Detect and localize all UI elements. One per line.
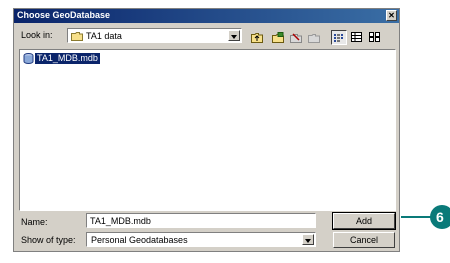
name-input-value: TA1_MDB.mdb xyxy=(90,216,151,226)
personal-geodatabase-icon xyxy=(23,53,34,64)
look-in-dropdown-button[interactable] xyxy=(228,30,240,41)
details-view-icon xyxy=(351,32,362,42)
look-in-select[interactable]: TA1 data xyxy=(67,28,242,43)
thumbnails-view-button[interactable] xyxy=(367,30,383,45)
up-one-level-icon xyxy=(251,33,263,43)
cancel-button[interactable]: Cancel xyxy=(333,232,395,248)
thumbnails-view-icon xyxy=(369,32,380,42)
add-button[interactable]: Add xyxy=(332,212,396,230)
look-in-label: Look in: xyxy=(21,30,53,40)
show-of-type-dropdown-button[interactable] xyxy=(302,234,314,245)
new-folder-icon xyxy=(308,34,320,43)
name-input[interactable]: TA1_MDB.mdb xyxy=(86,213,316,228)
choose-geodatabase-dialog: Choose GeoDatabase ✕ Look in: TA1 data T… xyxy=(13,8,400,252)
list-view-icon xyxy=(334,34,343,42)
step-callout-badge: 6 xyxy=(430,205,450,229)
connect-folder-button[interactable] xyxy=(270,30,286,45)
title-bar: Choose GeoDatabase ✕ xyxy=(14,9,399,23)
list-view-button[interactable] xyxy=(331,30,347,45)
show-of-type-label: Show of type: xyxy=(21,235,76,245)
list-item-label: TA1_MDB.mdb xyxy=(35,53,100,64)
dialog-title: Choose GeoDatabase xyxy=(17,10,111,20)
file-list[interactable]: TA1_MDB.mdb xyxy=(19,49,396,211)
close-button[interactable]: ✕ xyxy=(386,10,397,21)
look-in-value: TA1 data xyxy=(86,31,122,41)
disconnect-folder-button[interactable] xyxy=(288,30,304,45)
folder-icon xyxy=(71,32,83,41)
show-of-type-value: Personal Geodatabases xyxy=(91,235,188,245)
name-label: Name: xyxy=(21,217,48,227)
up-one-level-button[interactable] xyxy=(249,30,265,45)
new-folder-button[interactable] xyxy=(306,30,322,45)
show-of-type-select[interactable]: Personal Geodatabases xyxy=(86,232,316,247)
close-icon: ✕ xyxy=(388,11,395,20)
connect-folder-icon xyxy=(272,32,284,43)
disconnect-folder-icon xyxy=(290,33,302,43)
details-view-button[interactable] xyxy=(349,30,365,45)
